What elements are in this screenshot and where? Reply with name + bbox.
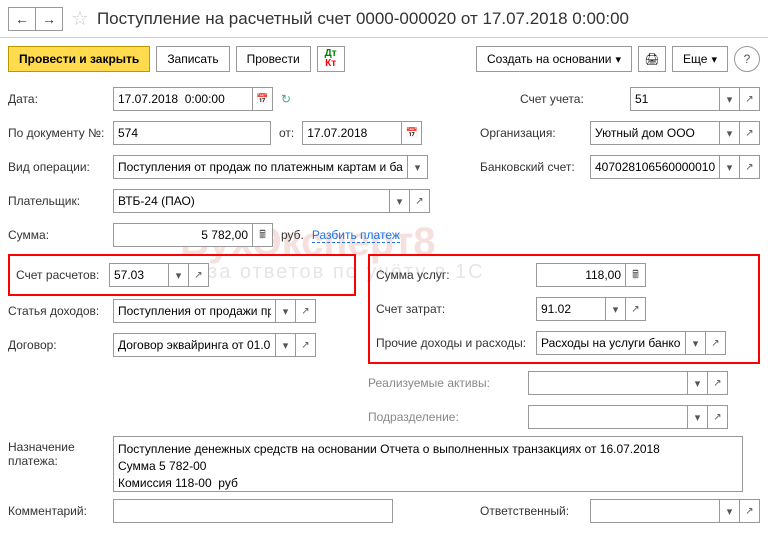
settlement-account-input[interactable] <box>109 263 169 287</box>
docdate-input[interactable] <box>302 121 402 145</box>
organization-input[interactable] <box>590 121 720 145</box>
open-icon[interactable] <box>708 371 728 395</box>
sum-input[interactable] <box>113 223 253 247</box>
date-label: Дата: <box>8 92 113 106</box>
toolbar: Провести и закрыть Записать Провести ДтК… <box>0 38 768 80</box>
service-sum-label: Сумма услуг: <box>376 268 536 282</box>
dropdown-icon[interactable] <box>408 155 428 179</box>
dropdown-icon[interactable] <box>688 371 708 395</box>
save-button[interactable]: Записать <box>156 46 229 72</box>
calendar-icon[interactable] <box>253 87 273 111</box>
attach-button[interactable]: 🖨 <box>638 46 666 72</box>
income-item-label: Статья доходов: <box>8 304 113 318</box>
account-input[interactable] <box>630 87 720 111</box>
open-icon[interactable] <box>189 263 209 287</box>
comment-label: Комментарий: <box>8 504 113 518</box>
cost-account-label: Счет затрат: <box>376 302 536 316</box>
operation-label: Вид операции: <box>8 160 113 174</box>
service-sum-input[interactable] <box>536 263 626 287</box>
contract-input[interactable] <box>113 333 276 357</box>
help-button[interactable]: ? <box>734 46 760 72</box>
currency-label: руб. <box>273 228 312 242</box>
subdivision-input[interactable] <box>528 405 688 429</box>
open-icon[interactable] <box>296 333 316 357</box>
calendar-icon[interactable] <box>402 121 422 145</box>
create-based-button[interactable]: Создать на основании <box>476 46 632 72</box>
income-item-input[interactable] <box>113 299 276 323</box>
realized-assets-input[interactable] <box>528 371 688 395</box>
split-payment-link[interactable]: Разбить платеж <box>312 228 400 243</box>
nav-back-button[interactable]: ← <box>8 7 36 31</box>
other-income-label: Прочие доходы и расходы: <box>376 336 536 350</box>
payment-purpose-textarea[interactable] <box>113 436 743 492</box>
from-label: от: <box>271 126 302 140</box>
dropdown-icon[interactable] <box>390 189 410 213</box>
open-icon[interactable] <box>296 299 316 323</box>
realized-assets-label: Реализуемые активы: <box>368 376 528 390</box>
contract-label: Договор: <box>8 338 113 352</box>
operation-input[interactable] <box>113 155 408 179</box>
organization-label: Организация: <box>480 126 590 140</box>
docnum-input[interactable] <box>113 121 271 145</box>
open-icon[interactable] <box>708 405 728 429</box>
dropdown-icon[interactable] <box>720 499 740 523</box>
bank-account-input[interactable] <box>590 155 720 179</box>
open-icon[interactable] <box>740 121 760 145</box>
responsible-label: Ответственный: <box>480 504 590 518</box>
other-income-input[interactable] <box>536 331 686 355</box>
dropdown-icon[interactable] <box>720 121 740 145</box>
post-and-close-button[interactable]: Провести и закрыть <box>8 46 150 72</box>
date-input[interactable] <box>113 87 253 111</box>
nav-forward-button[interactable]: → <box>35 7 63 31</box>
header: ← → ☆ Поступление на расчетный счет 0000… <box>0 0 768 38</box>
sum-label: Сумма: <box>8 228 113 242</box>
responsible-input[interactable] <box>590 499 720 523</box>
comment-input[interactable] <box>113 499 393 523</box>
docnum-label: По документу №: <box>8 126 113 140</box>
chevron-down-icon <box>711 52 717 66</box>
window-title: Поступление на расчетный счет 0000-00002… <box>97 9 629 29</box>
dropdown-icon[interactable] <box>686 331 706 355</box>
open-icon[interactable] <box>740 499 760 523</box>
payer-input[interactable] <box>113 189 390 213</box>
bank-account-label: Банковский счет: <box>480 160 590 174</box>
dropdown-icon[interactable] <box>606 297 626 321</box>
chevron-down-icon <box>616 52 622 66</box>
dtkt-button[interactable]: ДтКт <box>317 46 345 72</box>
refresh-icon[interactable]: ↻ <box>281 92 307 106</box>
favorite-icon[interactable]: ☆ <box>71 6 89 31</box>
calculator-icon[interactable] <box>253 223 273 247</box>
payment-purpose-label: Назначение платежа: <box>8 436 113 468</box>
post-button[interactable]: Провести <box>236 46 311 72</box>
account-label: Счет учета: <box>520 92 630 106</box>
dropdown-icon[interactable] <box>169 263 189 287</box>
settlement-highlight: Счет расчетов: <box>8 254 356 296</box>
services-highlight: Сумма услуг: Счет затрат: Прочие до <box>368 254 760 364</box>
subdivision-label: Подразделение: <box>368 410 528 424</box>
cost-account-input[interactable] <box>536 297 606 321</box>
dropdown-icon[interactable] <box>276 333 296 357</box>
dropdown-icon[interactable] <box>688 405 708 429</box>
dropdown-icon[interactable] <box>276 299 296 323</box>
dropdown-icon[interactable] <box>720 155 740 179</box>
open-icon[interactable] <box>740 87 760 111</box>
open-icon[interactable] <box>706 331 726 355</box>
calculator-icon[interactable] <box>626 263 646 287</box>
open-icon[interactable] <box>410 189 430 213</box>
payer-label: Плательщик: <box>8 194 113 208</box>
open-icon[interactable] <box>740 155 760 179</box>
open-icon[interactable] <box>626 297 646 321</box>
dropdown-icon[interactable] <box>720 87 740 111</box>
more-button[interactable]: Еще <box>672 46 728 72</box>
settlement-account-label: Счет расчетов: <box>16 268 109 282</box>
